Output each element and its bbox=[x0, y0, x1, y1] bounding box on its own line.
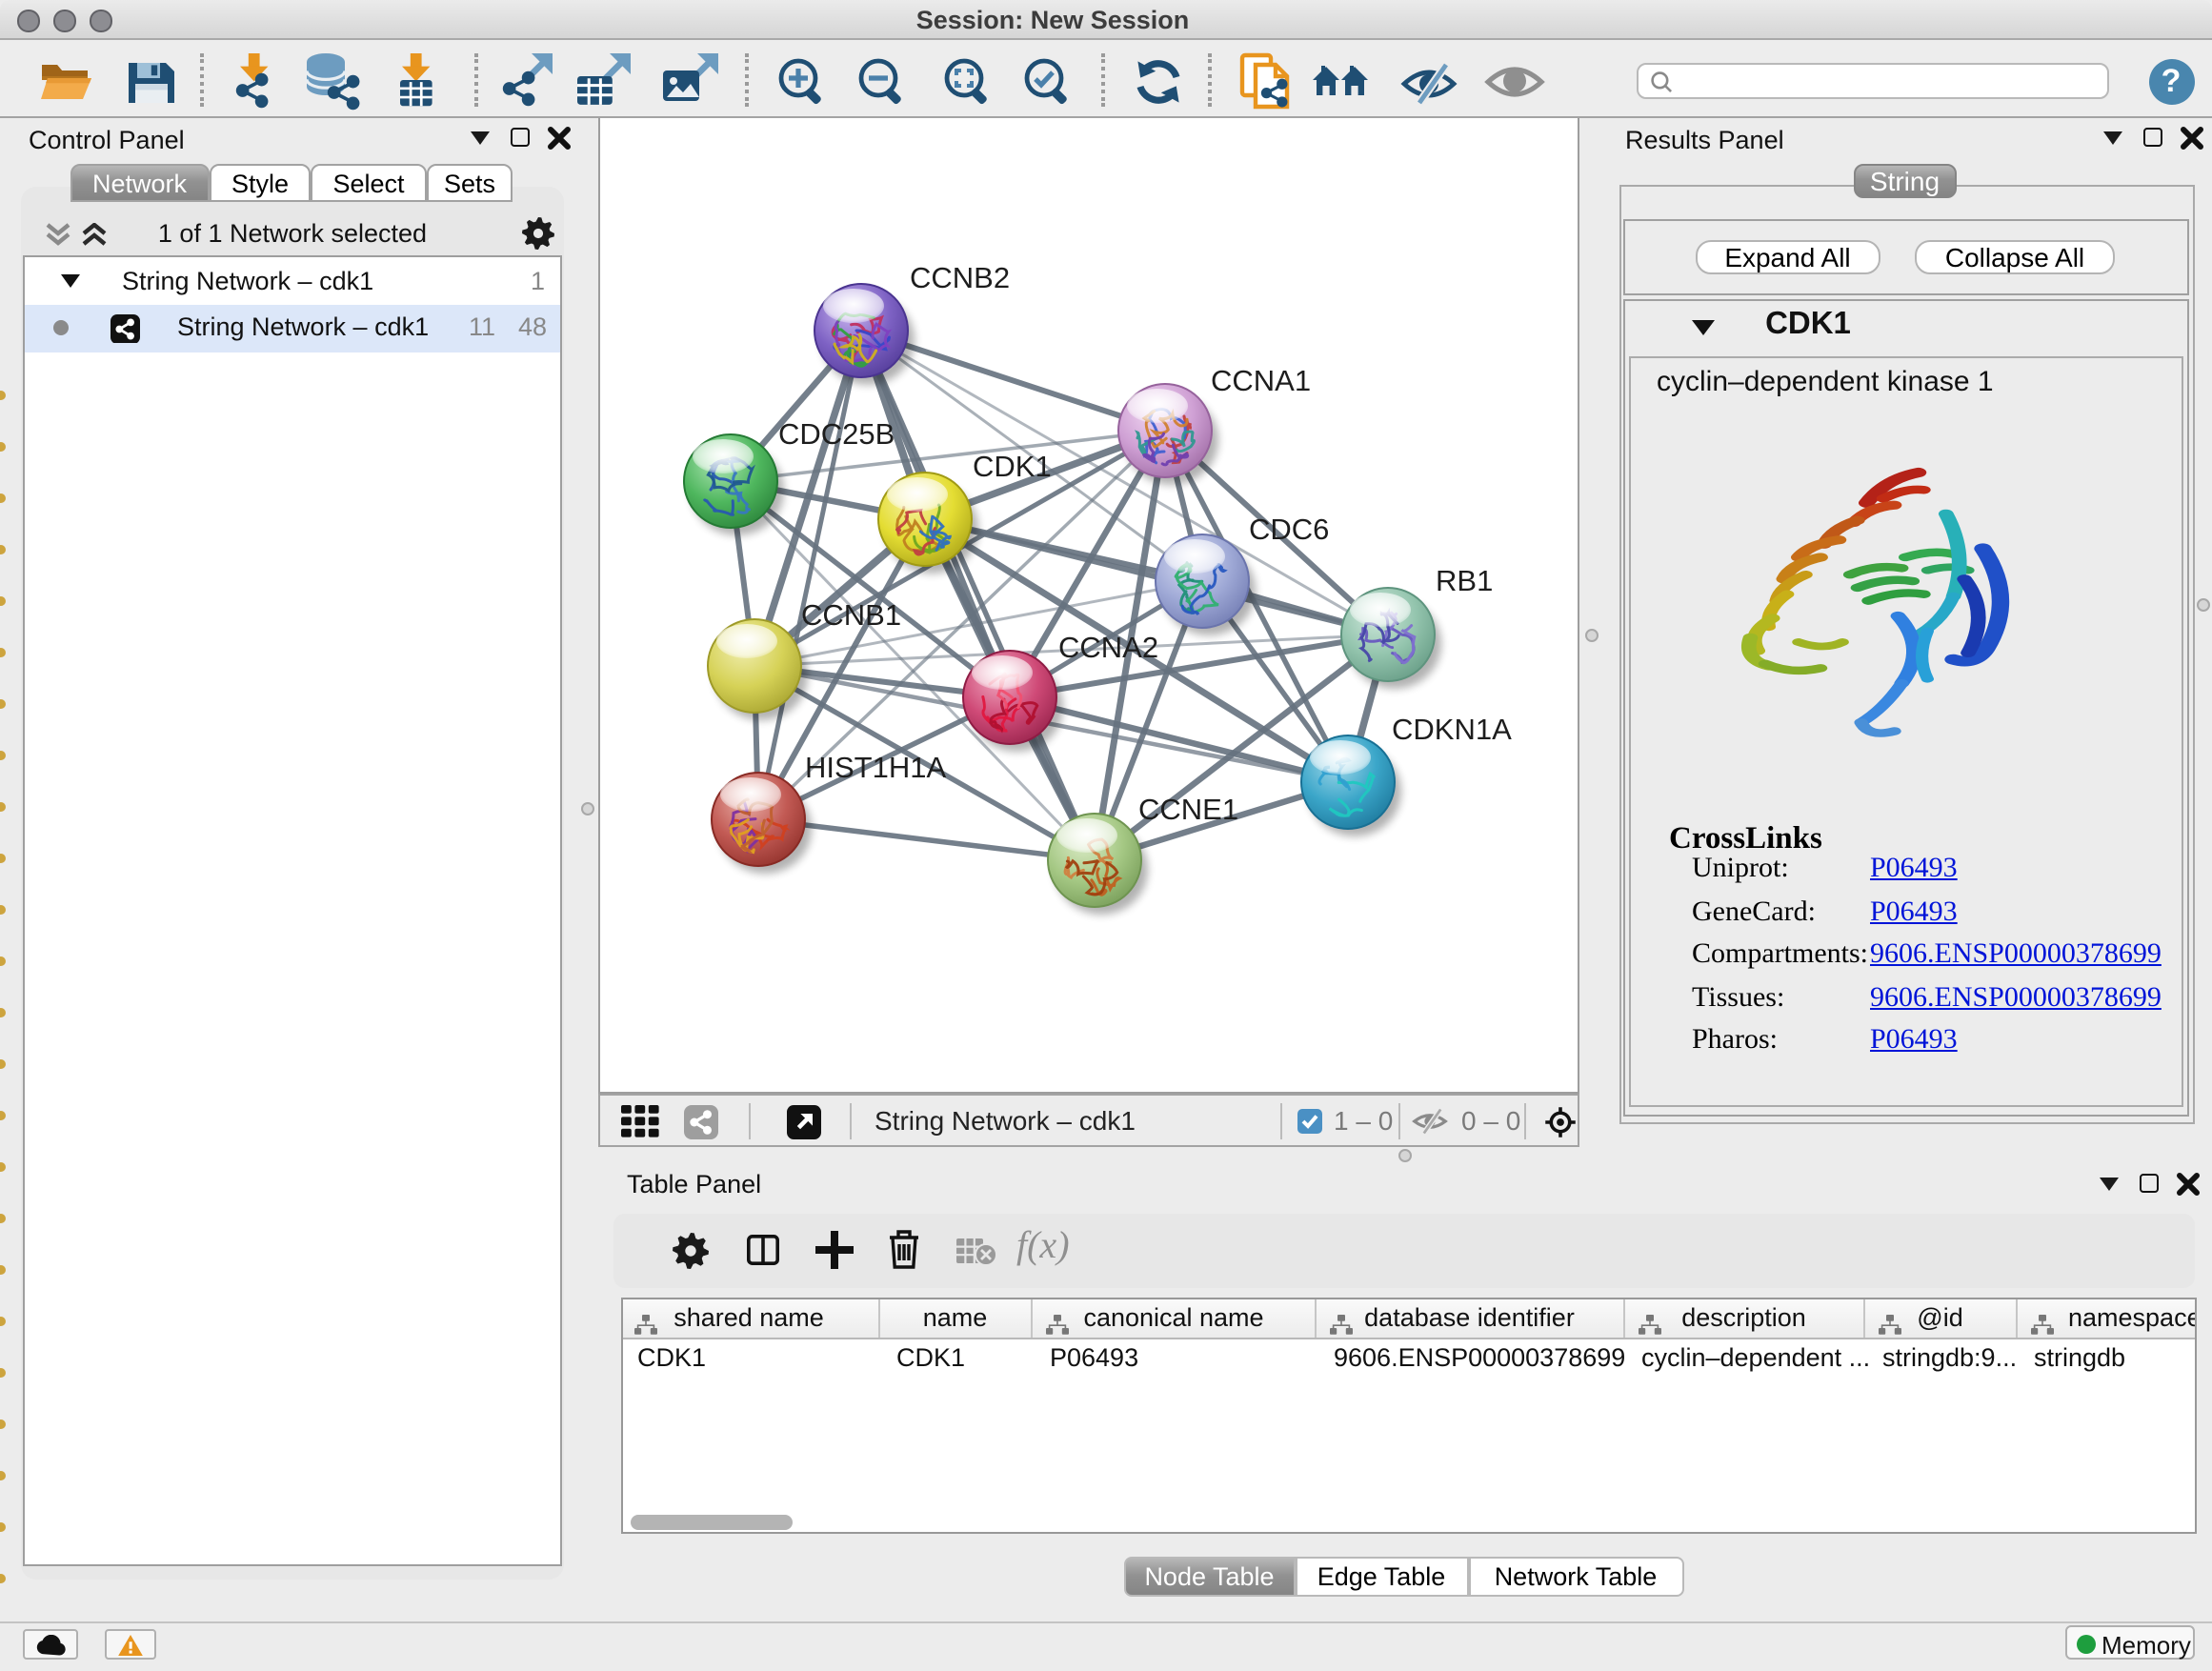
svg-text:CDC6: CDC6 bbox=[1249, 513, 1329, 546]
svg-text:HIST1H1A: HIST1H1A bbox=[805, 751, 946, 784]
svg-text:CDC25B: CDC25B bbox=[778, 417, 895, 451]
svg-text:CCNE1: CCNE1 bbox=[1138, 793, 1238, 826]
svg-text:CCNA1: CCNA1 bbox=[1211, 364, 1311, 397]
svg-text:RB1: RB1 bbox=[1436, 564, 1493, 597]
svg-text:CCNB1: CCNB1 bbox=[801, 598, 901, 632]
svg-text:CCNA2: CCNA2 bbox=[1058, 631, 1158, 664]
svg-text:CDKN1A: CDKN1A bbox=[1392, 713, 1512, 746]
svg-text:CCNB2: CCNB2 bbox=[910, 261, 1010, 294]
svg-text:CDK1: CDK1 bbox=[973, 450, 1052, 483]
